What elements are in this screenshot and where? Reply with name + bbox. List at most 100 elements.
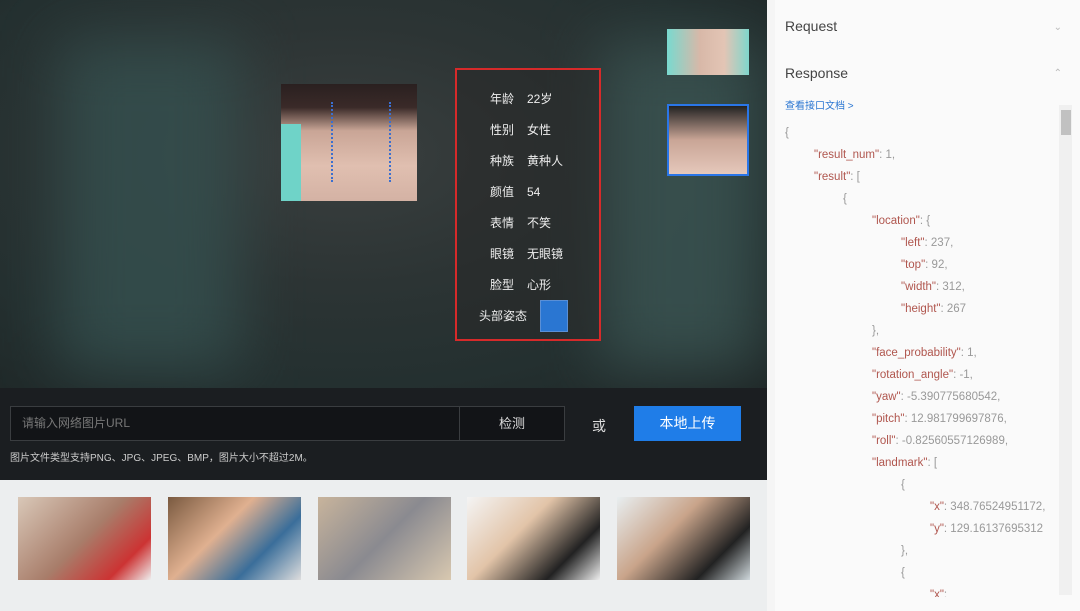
json-key: "landmark" — [872, 457, 928, 469]
attribute-value: 无眼镜 — [527, 247, 564, 261]
json-line: "top": 92, — [785, 254, 1063, 276]
json-line: "location": { — [785, 210, 1063, 232]
json-punct: }, — [901, 545, 909, 557]
api-panel: Request ⌄ Response ⌃ 查看接口文档 > { "result_n… — [775, 0, 1080, 611]
json-key: "roll" — [872, 435, 896, 447]
json-key: "yaw" — [872, 391, 901, 403]
face-thumbnail-selected[interactable] — [667, 104, 749, 176]
sample-images — [0, 480, 767, 611]
request-section-header[interactable]: Request — [785, 18, 837, 34]
json-line: "yaw": -5.390775680542, — [785, 386, 1063, 408]
json-value: : — [943, 589, 948, 597]
json-key: "top" — [901, 259, 926, 271]
head-pose-cube-icon — [540, 299, 568, 332]
json-line: "y": 129.16137695312 — [785, 518, 1063, 540]
json-value: : -0.82560557126989, — [895, 435, 1009, 447]
json-value: : 312, — [936, 281, 965, 293]
attribute-label: 种族 — [489, 154, 514, 168]
scrollbar[interactable] — [1059, 105, 1072, 595]
local-upload-button[interactable]: 本地上传 — [634, 406, 741, 441]
json-key: "result_num" — [814, 149, 880, 161]
attribute-row: 年龄 22岁 — [457, 83, 599, 114]
attribute-value: 心形 — [527, 278, 552, 292]
json-key: "pitch" — [872, 413, 905, 425]
json-value: : [ — [850, 171, 860, 183]
json-line: }, — [785, 540, 1063, 562]
json-line: "pitch": 12.981799697876, — [785, 408, 1063, 430]
image-url-input[interactable]: 请输入网络图片URL — [10, 406, 460, 441]
json-key: "result" — [814, 171, 851, 183]
sample-image[interactable] — [318, 497, 451, 580]
attribute-label: 表情 — [489, 216, 514, 230]
sample-image[interactable] — [18, 497, 151, 580]
json-line: "x": — [785, 584, 1063, 597]
json-key: "left" — [901, 237, 925, 249]
json-line: { — [785, 474, 1063, 496]
json-line: "width": 312, — [785, 276, 1063, 298]
json-value: : -1, — [953, 369, 973, 381]
response-section-header[interactable]: Response — [785, 65, 848, 81]
json-line: { — [785, 188, 1063, 210]
or-label: 或 — [592, 418, 606, 434]
attribute-row: 脸型 心形 — [457, 269, 599, 300]
json-value: : 348.76524951172, — [943, 501, 1046, 513]
json-value: : 267 — [940, 303, 967, 315]
attribute-row: 表情 不笑 — [457, 207, 599, 238]
detect-button[interactable]: 检测 — [459, 406, 565, 441]
json-line: "roll": -0.82560557126989, — [785, 430, 1063, 452]
chevron-down-icon[interactable]: ⌄ — [1054, 22, 1062, 33]
json-line: }, — [785, 320, 1063, 342]
json-value: : -5.390775680542, — [900, 391, 1001, 403]
json-line: "result": [ — [785, 166, 1063, 188]
landmark-points — [331, 102, 391, 182]
json-value: : { — [919, 215, 931, 227]
attribute-label: 年龄 — [489, 92, 514, 106]
json-key: "location" — [872, 215, 920, 227]
json-line: "result_num": 1, — [785, 144, 1063, 166]
attribute-label: 性别 — [489, 123, 514, 137]
json-value: : [ — [927, 457, 938, 469]
json-punct: { — [901, 567, 905, 579]
face-attributes-box: 年龄 22岁 性别 女性 种族 黄种人 颜值 54 表情 不笑 眼镜 无眼镜 脸型 心形 头部姿态 — [455, 68, 601, 341]
api-doc-link[interactable]: 查看接口文档 > — [785, 97, 854, 112]
json-value: : 12.981799697876, — [904, 413, 1007, 425]
sample-image[interactable] — [467, 497, 600, 580]
attribute-value: 黄种人 — [527, 154, 564, 168]
json-line: "height": 267 — [785, 298, 1063, 320]
attribute-value: 22岁 — [527, 92, 553, 106]
json-line: "left": 237, — [785, 232, 1063, 254]
face-thumbnail[interactable] — [667, 29, 749, 75]
attribute-label: 头部姿态 — [478, 309, 527, 323]
json-value: : 1, — [879, 149, 896, 161]
sample-image[interactable] — [168, 497, 301, 580]
json-key: "height" — [901, 303, 941, 315]
control-bar: 请输入网络图片URL 检测 或 本地上传 图片文件类型支持PNG、JPG、JPE… — [0, 388, 767, 480]
json-punct: }, — [872, 325, 880, 337]
response-json: {"result_num": 1, "result": [{"location":… — [785, 122, 1063, 597]
attribute-row: 眼镜 无眼镜 — [457, 238, 599, 269]
attribute-label: 眼镜 — [489, 247, 514, 261]
json-line: { — [785, 562, 1063, 584]
demo-area: 年龄 22岁 性别 女性 种族 黄种人 颜值 54 表情 不笑 眼镜 无眼镜 脸型 心形 头部姿态 请输入网… — [0, 0, 767, 480]
file-type-hint: 图片文件类型支持PNG、JPG、JPEG、BMP，图片大小不超过2M。 — [10, 453, 313, 464]
json-line: "landmark": [ — [785, 452, 1063, 474]
attribute-row: 颜值 54 — [457, 176, 599, 207]
detected-face-crop — [281, 84, 417, 201]
json-key: "rotation_angle" — [872, 369, 954, 381]
attribute-label: 颜值 — [489, 185, 514, 199]
sample-image[interactable] — [617, 497, 750, 580]
json-value: : 129.16137695312 — [943, 523, 1044, 535]
json-line: "x": 348.76524951172, — [785, 496, 1063, 518]
image-preview: 年龄 22岁 性别 女性 种族 黄种人 颜值 54 表情 不笑 眼镜 无眼镜 脸型 心形 头部姿态 — [0, 0, 767, 388]
json-punct: { — [901, 479, 905, 491]
attribute-label: 脸型 — [489, 278, 514, 292]
attribute-value: 女性 — [527, 123, 552, 137]
chevron-up-icon[interactable]: ⌃ — [1054, 68, 1062, 79]
json-value: : 1, — [960, 347, 977, 359]
json-punct: { — [843, 193, 847, 205]
head-pose-row: 头部姿态 — [457, 299, 599, 332]
json-key: "y" — [930, 523, 944, 535]
attribute-row: 种族 黄种人 — [457, 145, 599, 176]
attribute-value: 54 — [527, 184, 541, 199]
attribute-row: 性别 女性 — [457, 114, 599, 145]
